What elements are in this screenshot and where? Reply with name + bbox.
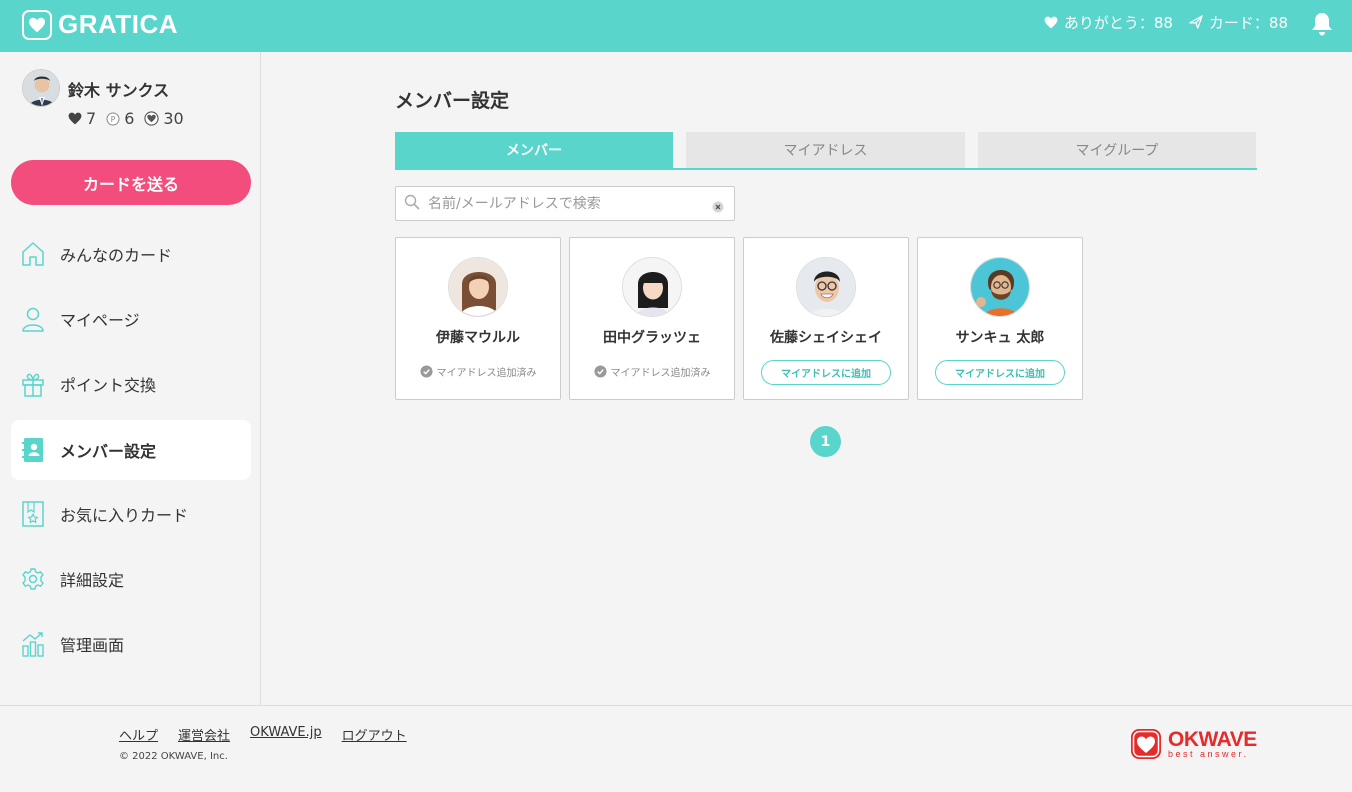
member-name: 伊藤マウルル: [436, 330, 520, 346]
avatar: [796, 257, 856, 317]
member-card: サンキュ 太郎 マイアドレスに追加: [917, 237, 1083, 400]
app-header: GRATICA ありがとう：88 カード：88: [0, 0, 1352, 52]
added-status: マイアドレス追加済み: [396, 364, 560, 379]
user-badges: 30: [144, 109, 184, 128]
heart-icon: [1044, 16, 1058, 28]
sidebar-item-favorite-cards[interactable]: お気に入りカード: [11, 484, 251, 544]
heart-logo-icon: [22, 9, 52, 40]
footer: ヘルプ 運営会社 OKWAVE.jp ログアウト © 2022 OKWAVE, …: [0, 705, 1352, 792]
search-input[interactable]: [428, 195, 708, 212]
avatar: [622, 257, 682, 317]
added-status-label: マイアドレス追加済み: [610, 368, 711, 379]
sidebar-item-mypage[interactable]: マイページ: [11, 289, 251, 349]
paper-plane-icon: [1189, 15, 1203, 29]
added-status: マイアドレス追加済み: [570, 364, 734, 379]
bell-icon[interactable]: [1310, 11, 1334, 41]
page-title: メンバー設定: [395, 90, 510, 112]
footer-link-okwave[interactable]: OKWAVE.jp: [250, 725, 322, 744]
okwave-logo[interactable]: OKWAVE best answer.: [1130, 728, 1257, 760]
avatar: [970, 257, 1030, 317]
check-circle-icon: [593, 365, 607, 378]
clear-icon[interactable]: [712, 198, 724, 217]
sidebar-item-label: みんなのカード: [60, 246, 173, 265]
user-profile: 鈴木 サンクス 7 P 6 30: [22, 69, 184, 128]
user-points-value: 6: [124, 109, 135, 128]
user-hearts-value: 7: [86, 109, 97, 128]
sidebar-item-admin[interactable]: 管理画面: [11, 614, 251, 674]
sidebar-item-label: ポイント交換: [60, 376, 157, 395]
bookmark-star-icon: [21, 501, 45, 527]
sidebar-item-detail-settings[interactable]: 詳細設定: [11, 549, 251, 609]
sidebar-item-member-settings[interactable]: メンバー設定: [11, 420, 251, 480]
member-card: 佐藤シェイシェイ マイアドレスに追加: [743, 237, 909, 400]
cards-label: カード：88: [1208, 13, 1288, 32]
person-icon: [21, 306, 45, 332]
tab-my-group[interactable]: マイグループ: [978, 132, 1256, 168]
member-name: サンキュ 太郎: [955, 330, 1045, 346]
search-icon: [404, 194, 420, 214]
sidebar-item-label: お気に入りカード: [60, 506, 189, 525]
svg-text:P: P: [111, 115, 116, 124]
tab-my-address[interactable]: マイアドレス: [686, 132, 965, 168]
sidebar-item-label: 詳細設定: [60, 571, 125, 590]
chart-icon: [21, 631, 45, 657]
okwave-heart-icon: [1131, 729, 1161, 759]
sidebar-item-label: 管理画面: [60, 636, 125, 655]
home-icon: [21, 241, 45, 267]
gift-icon: [21, 371, 45, 397]
heart-icon: [68, 112, 82, 125]
user-points: P 6: [106, 109, 134, 128]
thanks-count: ありがとう：88: [1044, 12, 1173, 33]
footer-links: ヘルプ 運営会社 OKWAVE.jp ログアウト: [119, 725, 427, 744]
footer-link-company[interactable]: 運営会社: [178, 725, 230, 744]
logo-text: GRATICA: [58, 9, 179, 39]
thanks-label: ありがとう：88: [1063, 13, 1173, 32]
user-stats: 7 P 6 30: [68, 109, 194, 128]
send-card-button[interactable]: カードを送る: [11, 160, 251, 205]
point-coin-icon: P: [106, 112, 120, 125]
member-tabs: メンバー マイアドレス マイグループ: [395, 131, 1257, 170]
gear-icon: [21, 566, 45, 592]
header-stats: ありがとう：88 カード：88: [1028, 0, 1288, 44]
search-box: [395, 186, 735, 221]
sidebar-item-label: メンバー設定: [60, 442, 157, 461]
sidebar-item-point-exchange[interactable]: ポイント交換: [11, 354, 251, 414]
footer-link-logout[interactable]: ログアウト: [342, 725, 407, 744]
member-name: 佐藤シェイシェイ: [770, 330, 882, 346]
member-card: 田中グラッツェ マイアドレス追加済み: [569, 237, 735, 400]
sidebar-item-label: マイページ: [60, 311, 140, 330]
member-name: 田中グラッツェ: [603, 330, 701, 346]
member-card: 伊藤マウルル マイアドレス追加済み: [395, 237, 561, 400]
user-name: 鈴木 サンクス: [68, 81, 170, 100]
copyright: © 2022 OKWAVE, Inc.: [119, 751, 228, 762]
footer-link-help[interactable]: ヘルプ: [119, 725, 158, 744]
card-count: カード：88: [1189, 12, 1288, 33]
pagination-current-page[interactable]: 1: [810, 426, 841, 457]
gratica-logo[interactable]: GRATICA: [22, 9, 178, 40]
sidebar-item-everyone-cards[interactable]: みんなのカード: [11, 224, 251, 284]
heart-badge-icon: [144, 111, 159, 126]
okwave-brand: OKWAVE: [1168, 728, 1257, 751]
member-book-icon: [21, 437, 45, 463]
add-to-my-address-button[interactable]: マイアドレスに追加: [935, 360, 1065, 385]
user-badges-value: 30: [163, 109, 184, 128]
okwave-tagline: best answer.: [1168, 749, 1249, 759]
user-hearts: 7: [68, 109, 96, 128]
added-status-label: マイアドレス追加済み: [436, 368, 537, 379]
tab-members[interactable]: メンバー: [395, 132, 673, 168]
add-to-my-address-button[interactable]: マイアドレスに追加: [761, 360, 891, 385]
sidebar: 鈴木 サンクス 7 P 6 30 カードを送る みんなのカード マイページ ポイ…: [0, 52, 261, 706]
avatar[interactable]: [22, 69, 60, 107]
avatar: [448, 257, 508, 317]
check-circle-icon: [419, 365, 433, 378]
